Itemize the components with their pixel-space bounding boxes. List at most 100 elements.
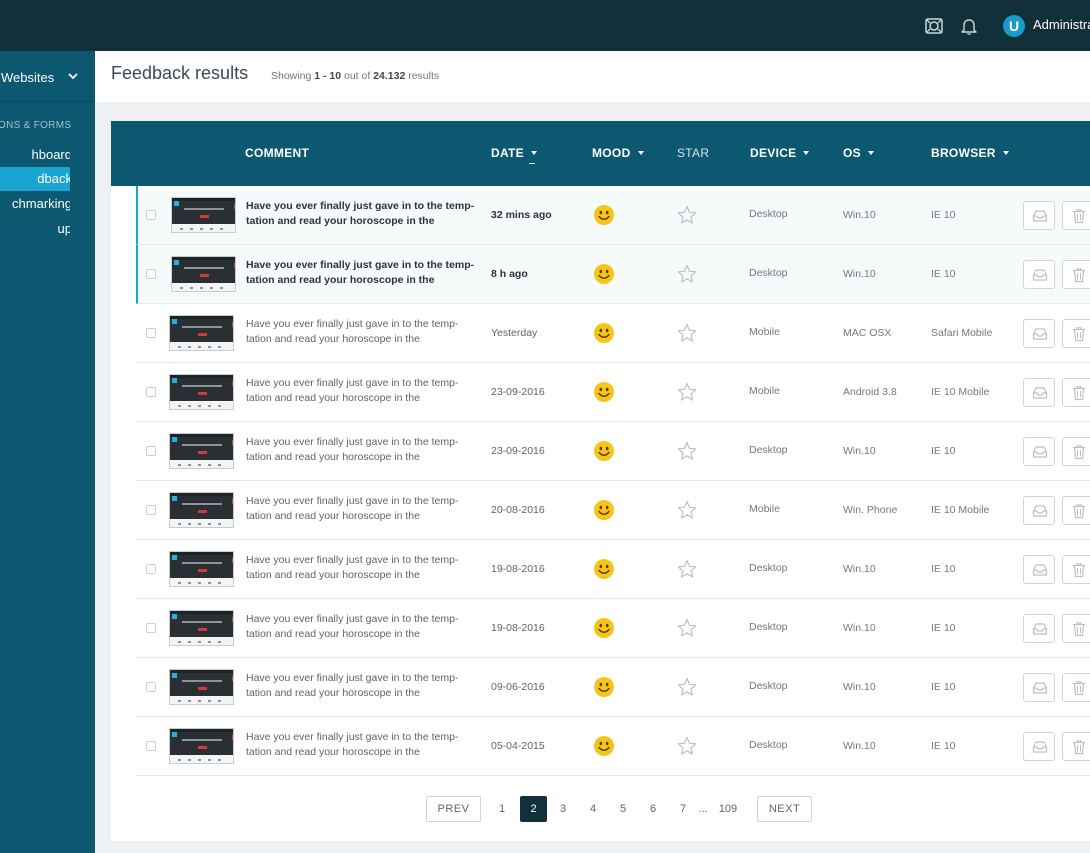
comment-text[interactable]: Have you ever finally just gave in to th… bbox=[246, 376, 481, 406]
row-checkbox[interactable] bbox=[146, 387, 156, 397]
table-row[interactable]: Have you ever finally just gave in to th… bbox=[136, 481, 1090, 540]
column-device[interactable]: DEVICE bbox=[750, 146, 810, 160]
table-row[interactable]: Have you ever finally just gave in to th… bbox=[136, 540, 1090, 599]
delete-button[interactable] bbox=[1062, 201, 1090, 230]
row-checkbox[interactable] bbox=[146, 328, 156, 338]
sidebar-item-feedback[interactable]: dback bbox=[0, 167, 70, 191]
table-row[interactable]: Have you ever finally just gave in to th… bbox=[136, 658, 1090, 717]
screenshot-thumbnail[interactable] bbox=[169, 728, 234, 764]
archive-button[interactable] bbox=[1023, 437, 1055, 466]
row-checkbox[interactable] bbox=[146, 741, 156, 751]
screenshot-thumbnail[interactable] bbox=[171, 197, 236, 233]
comment-text[interactable]: Have you ever finally just gave in to th… bbox=[246, 317, 481, 347]
archive-button[interactable] bbox=[1023, 201, 1055, 230]
date-cell: Yesterday bbox=[491, 327, 538, 339]
comment-text[interactable]: Have you ever finally just gave in to th… bbox=[246, 671, 481, 701]
screenshot-thumbnail[interactable] bbox=[171, 256, 236, 292]
archive-button[interactable] bbox=[1023, 319, 1055, 348]
page-4[interactable]: 4 bbox=[586, 796, 600, 822]
inbox-icon bbox=[1032, 623, 1048, 635]
os-cell: Win.10 bbox=[843, 681, 876, 693]
screenshot-thumbnail[interactable] bbox=[169, 551, 234, 587]
star-icon[interactable] bbox=[677, 677, 697, 697]
comment-text[interactable]: Have you ever finally just gave in to th… bbox=[246, 199, 481, 229]
bell-icon[interactable] bbox=[959, 16, 979, 36]
comment-text[interactable]: Have you ever finally just gave in to th… bbox=[246, 435, 481, 465]
page-last[interactable]: 109 bbox=[715, 796, 741, 822]
column-comment[interactable]: COMMENT bbox=[245, 146, 309, 160]
comment-text[interactable]: Have you ever finally just gave in to th… bbox=[246, 730, 481, 760]
column-browser[interactable]: BROWSER bbox=[931, 146, 1009, 160]
comment-text[interactable]: Have you ever finally just gave in to th… bbox=[246, 612, 481, 642]
delete-button[interactable] bbox=[1062, 555, 1090, 584]
archive-button[interactable] bbox=[1023, 378, 1055, 407]
row-checkbox[interactable] bbox=[146, 682, 156, 692]
table-row[interactable]: Have you ever finally just gave in to th… bbox=[136, 599, 1090, 658]
star-icon[interactable] bbox=[677, 618, 697, 638]
prev-button[interactable]: PREV bbox=[426, 796, 481, 822]
star-icon[interactable] bbox=[677, 205, 697, 225]
delete-button[interactable] bbox=[1062, 319, 1090, 348]
archive-button[interactable] bbox=[1023, 555, 1055, 584]
archive-button[interactable] bbox=[1023, 732, 1055, 761]
star-icon[interactable] bbox=[677, 500, 697, 520]
row-checkbox[interactable] bbox=[146, 446, 156, 456]
delete-button[interactable] bbox=[1062, 673, 1090, 702]
sidebar-item-dashboard[interactable]: hboard bbox=[0, 143, 70, 167]
archive-button[interactable] bbox=[1023, 260, 1055, 289]
row-checkbox[interactable] bbox=[146, 269, 156, 279]
star-icon[interactable] bbox=[677, 264, 697, 284]
user-menu-label[interactable]: Administra bbox=[1033, 17, 1090, 32]
archive-button[interactable] bbox=[1023, 673, 1055, 702]
star-icon[interactable] bbox=[677, 559, 697, 579]
archive-button[interactable] bbox=[1023, 614, 1055, 643]
comment-text[interactable]: Have you ever finally just gave in to th… bbox=[246, 553, 481, 583]
column-date[interactable]: DATE bbox=[491, 146, 537, 164]
page-1[interactable]: 1 bbox=[495, 796, 509, 822]
support-icon[interactable] bbox=[924, 16, 944, 36]
next-button[interactable]: NEXT bbox=[757, 796, 812, 822]
delete-button[interactable] bbox=[1062, 732, 1090, 761]
table-header: COMMENT DATE MOOD STAR DEVICE OS BROWSER bbox=[111, 121, 1090, 186]
table-row[interactable]: Have you ever finally just gave in to th… bbox=[136, 304, 1090, 363]
page-2-current[interactable]: 2 bbox=[520, 796, 547, 822]
sidebar-item-benchmarking[interactable]: chmarking bbox=[0, 192, 70, 216]
page-5[interactable]: 5 bbox=[616, 796, 630, 822]
archive-button[interactable] bbox=[1023, 496, 1055, 525]
screenshot-thumbnail[interactable] bbox=[169, 669, 234, 705]
table-row[interactable]: Have you ever finally just gave in to th… bbox=[136, 363, 1090, 422]
star-icon[interactable] bbox=[677, 323, 697, 343]
page-3[interactable]: 3 bbox=[556, 796, 570, 822]
comment-text[interactable]: Have you ever finally just gave in to th… bbox=[246, 258, 481, 288]
user-logo-icon[interactable]: U bbox=[1003, 15, 1025, 37]
comment-text[interactable]: Have you ever finally just gave in to th… bbox=[246, 494, 481, 524]
row-checkbox[interactable] bbox=[146, 564, 156, 574]
column-mood[interactable]: MOOD bbox=[592, 146, 644, 160]
page-6[interactable]: 6 bbox=[646, 796, 660, 822]
delete-button[interactable] bbox=[1062, 437, 1090, 466]
delete-button[interactable] bbox=[1062, 378, 1090, 407]
websites-selector[interactable]: Websites bbox=[0, 51, 95, 102]
row-checkbox[interactable] bbox=[146, 623, 156, 633]
table-row[interactable]: Have you ever finally just gave in to th… bbox=[136, 186, 1090, 245]
star-icon[interactable] bbox=[677, 736, 697, 756]
caret-down-icon bbox=[637, 151, 644, 155]
star-icon[interactable] bbox=[677, 441, 697, 461]
page-7[interactable]: 7 bbox=[676, 796, 690, 822]
screenshot-thumbnail[interactable] bbox=[169, 433, 234, 469]
star-icon[interactable] bbox=[677, 382, 697, 402]
screenshot-thumbnail[interactable] bbox=[169, 492, 234, 528]
row-checkbox[interactable] bbox=[146, 505, 156, 515]
screenshot-thumbnail[interactable] bbox=[169, 610, 234, 646]
table-row[interactable]: Have you ever finally just gave in to th… bbox=[136, 422, 1090, 481]
row-checkbox[interactable] bbox=[146, 210, 156, 220]
screenshot-thumbnail[interactable] bbox=[169, 374, 234, 410]
table-row[interactable]: Have you ever finally just gave in to th… bbox=[136, 717, 1090, 776]
delete-button[interactable] bbox=[1062, 496, 1090, 525]
delete-button[interactable] bbox=[1062, 614, 1090, 643]
delete-button[interactable] bbox=[1062, 260, 1090, 289]
column-os[interactable]: OS bbox=[843, 146, 874, 160]
sidebar-item-setup[interactable]: up bbox=[0, 217, 70, 241]
table-row[interactable]: Have you ever finally just gave in to th… bbox=[136, 245, 1090, 304]
screenshot-thumbnail[interactable] bbox=[169, 315, 234, 351]
